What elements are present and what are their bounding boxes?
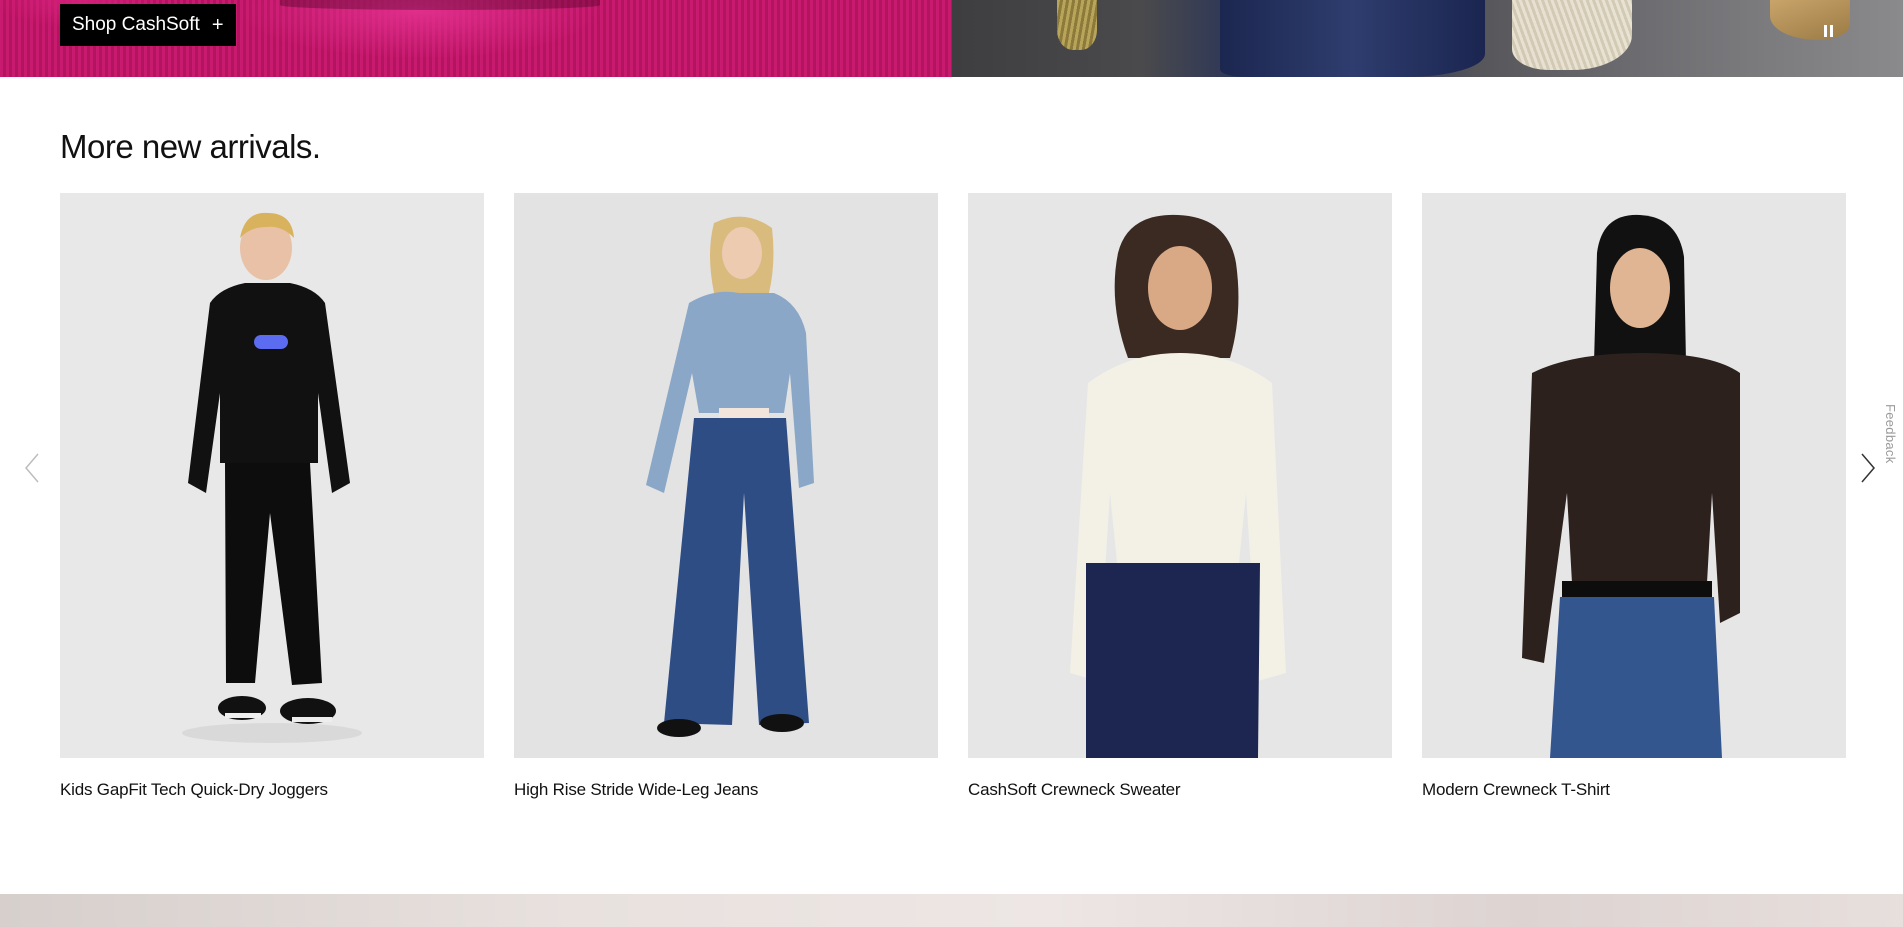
- product-image[interactable]: [1422, 193, 1846, 758]
- product-name[interactable]: CashSoft Crewneck Sweater: [968, 780, 1392, 800]
- product-name[interactable]: Modern Crewneck T-Shirt: [1422, 780, 1846, 800]
- shop-cashsoft-button[interactable]: Shop CashSoft +: [60, 4, 236, 46]
- product-image[interactable]: [968, 193, 1392, 758]
- product-card[interactable]: Kids GapFit Tech Quick-Dry Joggers: [60, 193, 484, 800]
- plus-icon: +: [211, 14, 224, 36]
- product-card[interactable]: Modern Crewneck T-Shirt: [1422, 193, 1846, 800]
- section-title: More new arrivals.: [60, 128, 321, 165]
- hero-banner: [0, 0, 1903, 77]
- product-name[interactable]: High Rise Stride Wide-Leg Jeans: [514, 780, 938, 800]
- next-banner-image: [0, 894, 1903, 927]
- product-card[interactable]: High Rise Stride Wide-Leg Jeans: [514, 193, 938, 800]
- product-name[interactable]: Kids GapFit Tech Quick-Dry Joggers: [60, 780, 484, 800]
- product-card[interactable]: CashSoft Crewneck Sweater: [968, 193, 1392, 800]
- product-image[interactable]: [60, 193, 484, 758]
- hero-image-outfit: [952, 0, 1903, 77]
- product-image[interactable]: [514, 193, 938, 758]
- shop-cashsoft-label: Shop CashSoft: [72, 14, 200, 35]
- feedback-tab[interactable]: Feedback: [1874, 404, 1898, 466]
- pause-icon[interactable]: [1820, 22, 1836, 40]
- chevron-left-icon[interactable]: [18, 450, 48, 486]
